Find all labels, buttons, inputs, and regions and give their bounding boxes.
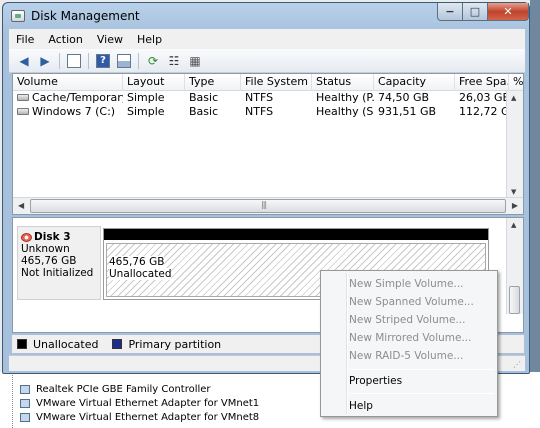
volume-capacity: 931,51 GB: [378, 105, 437, 118]
show-hide-console-tree-icon[interactable]: [65, 52, 83, 70]
column-header-file-system[interactable]: File System: [241, 74, 312, 91]
device-label: VMware Virtual Ethernet Adapter for VMne…: [36, 411, 260, 423]
disk-3-label[interactable]: Disk 3 Unknown 465,76 GB Not Initialized: [17, 226, 101, 300]
device-item[interactable]: VMware Virtual Ethernet Adapter for VMne…: [20, 396, 259, 410]
window-title: Disk Management: [31, 9, 140, 23]
volume-type: Basic: [189, 105, 219, 118]
disk-view-vertical-scrollbar[interactable]: ▲: [506, 218, 523, 314]
menu-item-new-spanned-volume[interactable]: New Spanned Volume...: [349, 293, 474, 311]
scroll-right-icon[interactable]: ▶: [512, 201, 518, 210]
network-adapter-icon: [20, 398, 30, 408]
volume-status: Healthy (P...: [316, 91, 374, 104]
help-topics-icon[interactable]: ▦: [186, 52, 204, 70]
column-header-type[interactable]: Type: [185, 74, 241, 91]
maximize-button[interactable]: □: [462, 3, 488, 21]
disk-name: Disk 3: [34, 231, 71, 243]
device-item[interactable]: Realtek PCIe GBE Family Controller: [20, 382, 211, 396]
disk-not-initialized-icon: [21, 232, 32, 242]
drive-icon: [17, 93, 29, 101]
resize-grip-icon[interactable]: ⋰: [513, 360, 521, 369]
partition-header-bar: [104, 229, 488, 240]
column-header-layout[interactable]: Layout: [123, 74, 185, 91]
volume-free-space: 112,72 GB: [459, 105, 509, 118]
disk-management-app-icon[interactable]: [11, 10, 25, 22]
title-bar[interactable]: Disk Management − □ ✕: [3, 3, 529, 29]
back-arrow-icon[interactable]: ◀: [15, 52, 33, 70]
drive-icon: [17, 107, 29, 115]
volume-list-header: Volume Layout Type File System Status Ca…: [13, 74, 523, 91]
volume-list: Volume Layout Type File System Status Ca…: [12, 73, 524, 215]
legend-label-primary-partition: Primary partition: [128, 337, 222, 351]
menu-item-new-simple-volume[interactable]: New Simple Volume...: [349, 275, 464, 293]
disk-type: Unknown: [21, 243, 70, 255]
properties-icon[interactable]: ☷: [165, 52, 183, 70]
network-adapter-icon: [20, 412, 30, 422]
volume-file-system: NTFS: [245, 105, 274, 118]
legend-label-unallocated: Unallocated: [33, 337, 99, 351]
background-window-edge: [530, 0, 540, 428]
view-icon[interactable]: [115, 52, 133, 70]
menu-item-new-mirrored-volume[interactable]: New Mirrored Volume...: [349, 329, 471, 347]
scroll-left-icon[interactable]: ◀: [18, 201, 24, 210]
volume-name: Cache/Temporary...: [32, 91, 123, 104]
volume-layout: Simple: [127, 91, 165, 104]
volume-free-space: 26,03 GB: [459, 91, 509, 104]
disk-state: Not Initialized: [21, 267, 94, 279]
toolbar: ◀ ▶ ? ⟳ ☷ ▦: [9, 49, 525, 73]
volume-status: Healthy (S...: [316, 105, 374, 118]
partition-state: Unallocated: [109, 268, 172, 280]
refresh-icon[interactable]: ⟳: [144, 52, 162, 70]
network-adapter-icon: [20, 384, 30, 394]
menu-help[interactable]: Help: [130, 33, 169, 46]
menu-action[interactable]: Action: [41, 33, 89, 46]
toolbar-separator: [59, 52, 60, 69]
column-header-volume[interactable]: Volume: [13, 74, 123, 91]
menu-separator: [349, 369, 494, 370]
menu-item-new-striped-volume[interactable]: New Striped Volume...: [349, 311, 465, 329]
vertical-scroll-thumb[interactable]: [509, 286, 520, 314]
horizontal-scroll-thumb[interactable]: [30, 199, 506, 213]
volume-name: Windows 7 (C:): [32, 105, 116, 118]
context-menu: New Simple Volume... New Spanned Volume.…: [320, 270, 498, 417]
partition-size: 465,76 GB: [109, 256, 165, 268]
menu-item-properties[interactable]: Properties: [349, 372, 402, 390]
volume-list-vertical-scrollbar[interactable]: ▲ ▼: [506, 91, 523, 199]
volume-type: Basic: [189, 91, 219, 104]
device-label: Realtek PCIe GBE Family Controller: [36, 383, 211, 395]
menu-separator: [349, 393, 494, 394]
menu-item-new-raid5-volume[interactable]: New RAID-5 Volume...: [349, 347, 463, 365]
forward-arrow-icon[interactable]: ▶: [36, 52, 54, 70]
column-header-percent-free[interactable]: % F: [509, 74, 523, 91]
legend-swatch-primary-partition: [112, 339, 123, 349]
volume-layout: Simple: [127, 105, 165, 118]
column-header-capacity[interactable]: Capacity: [374, 74, 455, 91]
toolbar-separator: [88, 52, 89, 69]
volume-file-system: NTFS: [245, 91, 274, 104]
close-button[interactable]: ✕: [487, 3, 529, 21]
menu-view[interactable]: View: [90, 33, 130, 46]
volume-list-horizontal-scrollbar[interactable]: ◀ ▶: [13, 197, 523, 214]
minimize-button[interactable]: −: [437, 3, 463, 21]
help-icon[interactable]: ?: [94, 52, 112, 70]
volume-capacity: 74,50 GB: [378, 91, 430, 104]
column-header-status[interactable]: Status: [312, 74, 374, 91]
table-row[interactable]: Cache/Temporary... Simple Basic NTFS Hea…: [13, 91, 523, 105]
device-label: VMware Virtual Ethernet Adapter for VMne…: [36, 397, 260, 409]
disk-size: 465,76 GB: [21, 255, 77, 267]
toolbar-separator: [138, 52, 139, 69]
column-header-free-space[interactable]: Free Spa...: [455, 74, 509, 91]
menu-bar: File Action View Help: [9, 29, 525, 49]
menu-file[interactable]: File: [9, 33, 41, 46]
tree-line: [12, 372, 13, 428]
menu-item-help[interactable]: Help: [349, 397, 373, 415]
device-item[interactable]: VMware Virtual Ethernet Adapter for VMne…: [20, 410, 259, 424]
legend-swatch-unallocated: [17, 339, 27, 349]
table-row[interactable]: Windows 7 (C:) Simple Basic NTFS Healthy…: [13, 105, 523, 119]
